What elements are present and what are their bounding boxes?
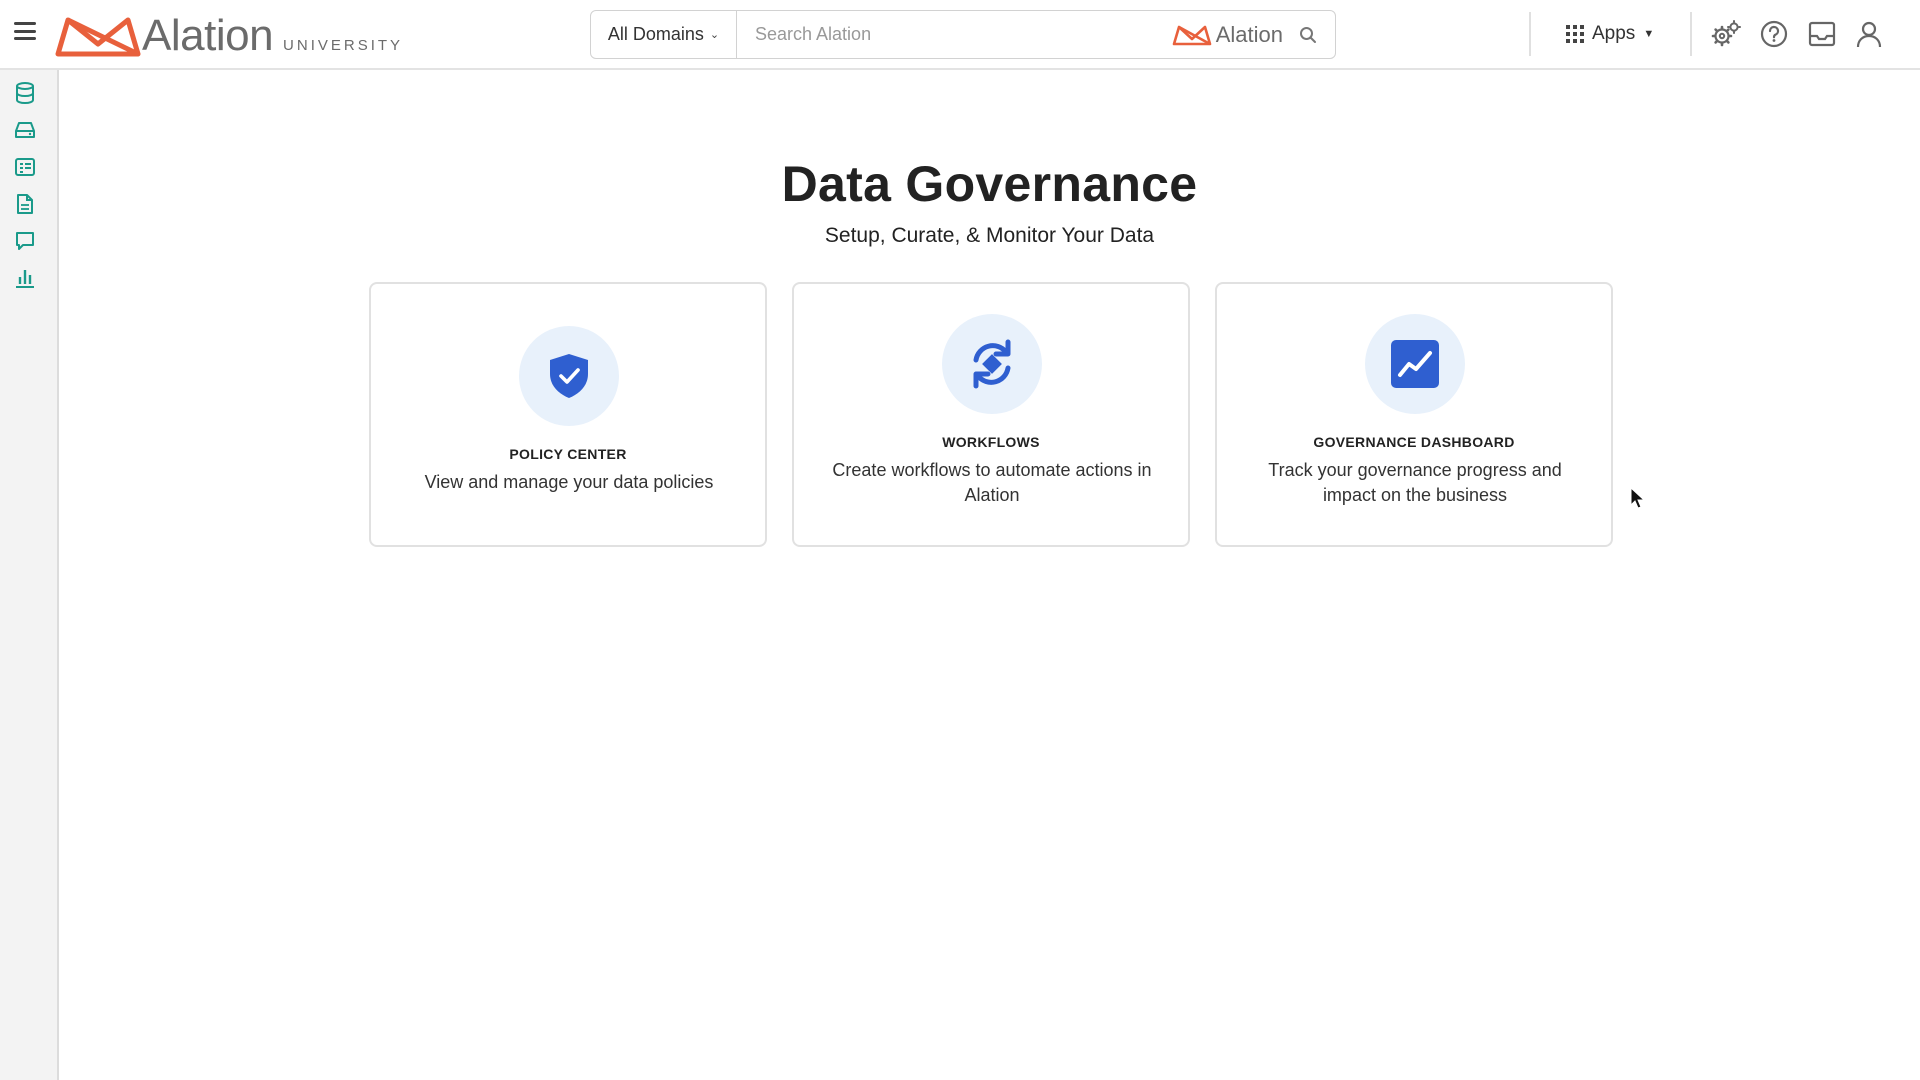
- card-title: GOVERNANCE DASHBOARD: [1313, 434, 1515, 450]
- table-list-icon[interactable]: [12, 154, 38, 180]
- gear-cluster-icon[interactable]: [1709, 17, 1743, 51]
- hard-drive-icon[interactable]: [12, 117, 38, 143]
- alation-logo[interactable]: Alation UNIVERSITY: [54, 10, 403, 58]
- chevron-down-icon: ⌄: [709, 29, 720, 41]
- question-circle-icon[interactable]: [1757, 17, 1791, 51]
- bar-chart-icon[interactable]: [12, 265, 38, 291]
- domain-select[interactable]: All Domains ⌄: [591, 11, 737, 58]
- divider: [1529, 12, 1531, 56]
- search-brand-word: Alation: [1215, 21, 1283, 47]
- inbox-icon[interactable]: [1805, 17, 1839, 51]
- database-icon[interactable]: [12, 80, 38, 106]
- alation-logo-mark-icon: [55, 17, 141, 57]
- trend-chart-icon: [1365, 314, 1465, 414]
- domain-select-label: All Domains: [607, 24, 704, 44]
- apps-menu-button[interactable]: Apps ▼: [1566, 20, 1654, 48]
- page-title: Data Governance: [781, 156, 1198, 212]
- global-search: All Domains ⌄ Alation: [590, 10, 1336, 59]
- left-sidebar: [0, 70, 59, 1080]
- alation-mini-mark-icon: [1172, 25, 1212, 45]
- user-icon[interactable]: [1852, 17, 1886, 51]
- card-description: Create workflows to automate actions in …: [832, 460, 1152, 505]
- workflows-card[interactable]: WORKFLOWS Create workflows to automate a…: [792, 282, 1190, 547]
- apps-label: Apps: [1592, 23, 1636, 44]
- card-description: Track your governance progress and impac…: [1268, 460, 1562, 505]
- logo-wordmark: Alation: [142, 11, 274, 60]
- caret-down-icon: ▼: [1643, 28, 1655, 40]
- card-description: View and manage your data policies: [424, 472, 714, 492]
- divider: [1690, 12, 1692, 56]
- page-subtitle: Setup, Curate, & Monitor Your Data: [824, 224, 1155, 247]
- top-bar: Alation UNIVERSITY All Domains ⌄ Alation: [0, 0, 1920, 70]
- chat-icon[interactable]: [12, 228, 38, 254]
- card-title: POLICY CENTER: [509, 446, 627, 462]
- search-brand: Alation: [1172, 22, 1283, 48]
- search-icon[interactable]: [1291, 18, 1325, 52]
- grid-icon: [1566, 25, 1584, 43]
- sync-arrows-icon: [942, 314, 1042, 414]
- document-icon[interactable]: [12, 191, 38, 217]
- governance-dashboard-card[interactable]: GOVERNANCE DASHBOARD Track your governan…: [1215, 282, 1613, 547]
- mouse-cursor-icon: [1630, 487, 1646, 509]
- hamburger-icon[interactable]: [14, 22, 36, 40]
- logo-subtitle: UNIVERSITY: [283, 37, 404, 54]
- shield-check-icon: [519, 326, 619, 426]
- policy-center-card[interactable]: POLICY CENTER View and manage your data …: [369, 282, 767, 547]
- card-title: WORKFLOWS: [942, 434, 1040, 450]
- search-input[interactable]: [737, 11, 1172, 58]
